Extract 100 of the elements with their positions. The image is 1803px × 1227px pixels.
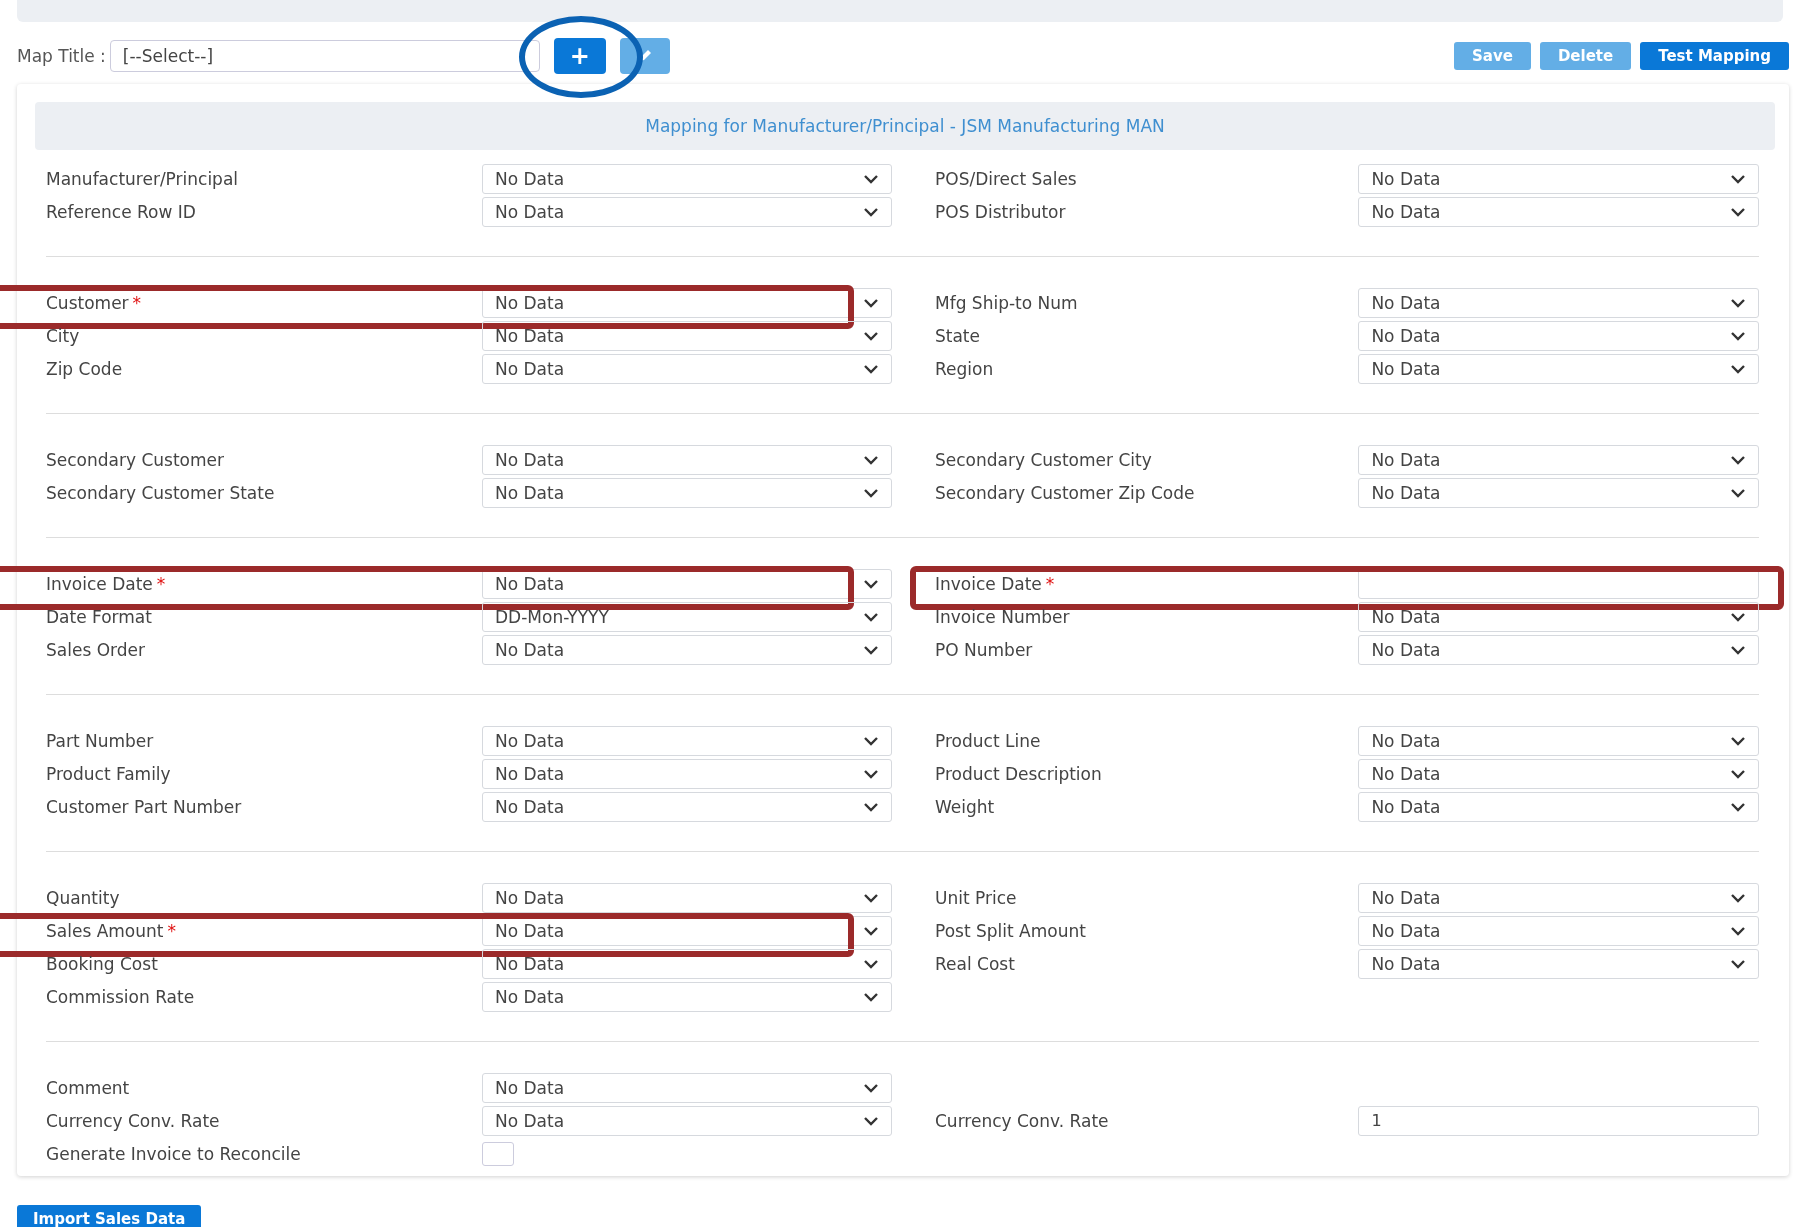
field-label: Invoice Date	[935, 573, 1042, 594]
dropdown[interactable]: No Data	[482, 1072, 892, 1103]
chevron-down-icon	[1730, 173, 1746, 184]
dropdown[interactable]: No Data	[482, 915, 892, 946]
chevron-down-icon	[1730, 297, 1746, 308]
field-label: City	[46, 325, 80, 346]
field-label: Secondary Customer State	[46, 482, 275, 503]
dropdown[interactable]: No Data	[482, 320, 892, 351]
dropdown[interactable]: No Data	[1358, 634, 1759, 665]
dropdown[interactable]: No Data	[1358, 758, 1759, 789]
dropdown[interactable]: No Data	[482, 882, 892, 913]
chevron-down-icon	[863, 644, 879, 655]
dropdown[interactable]: No Data	[1358, 287, 1759, 318]
dropdown[interactable]: No Data	[1358, 320, 1759, 351]
import-button[interactable]: Import Sales Data	[17, 1205, 202, 1227]
chevron-down-icon	[863, 611, 879, 622]
dropdown[interactable]: No Data	[1358, 163, 1759, 194]
dropdown[interactable]: No Data	[482, 791, 892, 822]
text-field[interactable]: 1	[1358, 1105, 1759, 1136]
field-label: Invoice Number	[935, 606, 1070, 627]
field-label: Customer Part Number	[46, 796, 242, 817]
dropdown[interactable]: No Data	[482, 725, 892, 756]
dropdown[interactable]: No Data	[1358, 882, 1759, 913]
chevron-down-icon	[1730, 330, 1746, 341]
dropdown[interactable]: No Data	[1358, 725, 1759, 756]
required-mark: *	[167, 920, 176, 941]
chevron-down-icon	[863, 1082, 879, 1093]
field-label: Product Description	[935, 763, 1102, 784]
add-button[interactable]: +	[553, 38, 606, 74]
chevron-down-icon	[1730, 206, 1746, 217]
chevron-down-icon	[863, 925, 879, 936]
chevron-down-icon	[1730, 958, 1746, 969]
chevron-down-icon	[1730, 925, 1746, 936]
chevron-down-icon	[863, 173, 879, 184]
dropdown[interactable]: No Data	[482, 477, 892, 508]
field-label: Post Split Amount	[935, 920, 1086, 941]
dropdown[interactable]: No Data	[1358, 948, 1759, 979]
field-label: Sales Order	[46, 639, 145, 660]
chevron-down-icon	[1730, 768, 1746, 779]
field-label: Manufacturer/Principal	[46, 168, 239, 189]
chevron-down-icon	[1730, 801, 1746, 812]
chevron-down-icon	[863, 578, 879, 589]
field-label: Currency Conv. Rate	[935, 1110, 1109, 1131]
chevron-down-icon	[1730, 487, 1746, 498]
dropdown[interactable]: DD-Mon-YYYY	[482, 601, 892, 632]
chevron-down-icon	[863, 892, 879, 903]
field-label: Weight	[935, 796, 995, 817]
chevron-down-icon	[1730, 644, 1746, 655]
field-label: Secondary Customer City	[935, 449, 1152, 470]
field-label: PO Number	[935, 639, 1033, 660]
dropdown[interactable]: No Data	[1358, 353, 1759, 384]
chevron-down-icon	[1730, 454, 1746, 465]
field-label: Comment	[46, 1077, 130, 1098]
field-label: Sales Amount	[46, 920, 164, 941]
dropdown[interactable]: No Data	[482, 196, 892, 227]
field-label: Customer	[46, 292, 129, 313]
dropdown[interactable]: No Data	[482, 444, 892, 475]
dropdown[interactable]: No Data	[482, 634, 892, 665]
field-label: Commission Rate	[46, 986, 195, 1007]
field-label: Secondary Customer Zip Code	[935, 482, 1195, 503]
dropdown[interactable]: No Data	[482, 287, 892, 318]
map-title-select[interactable]: [--Select--]	[109, 40, 540, 72]
field-label: POS Distributor	[935, 201, 1066, 222]
chevron-down-icon	[863, 958, 879, 969]
dropdown[interactable]: No Data	[482, 568, 892, 599]
field-label: Quantity	[46, 887, 120, 908]
dropdown[interactable]: No Data	[1358, 601, 1759, 632]
dropdown[interactable]: No Data	[482, 758, 892, 789]
field-label: Invoice Date	[46, 573, 153, 594]
field-label: Secondary Customer	[46, 449, 224, 470]
dropdown[interactable]: No Data	[1358, 196, 1759, 227]
field-label: Real Cost	[935, 953, 1015, 974]
checkbox[interactable]	[482, 1141, 514, 1166]
dropdown[interactable]: No Data	[482, 163, 892, 194]
chevron-down-icon	[863, 454, 879, 465]
chevron-down-icon	[863, 363, 879, 374]
dropdown[interactable]: No Data	[482, 353, 892, 384]
field-label: Reference Row ID	[46, 201, 196, 222]
field-label: State	[935, 325, 980, 346]
map-title-label: Map Title :	[17, 46, 106, 66]
field-label: Mfg Ship-to Num	[935, 292, 1078, 313]
chevron-down-icon	[863, 330, 879, 341]
chevron-down-icon	[863, 297, 879, 308]
chevron-down-icon	[863, 735, 879, 746]
chevron-down-icon	[863, 768, 879, 779]
dropdown[interactable]: No Data	[1358, 915, 1759, 946]
action-button[interactable]: Test Mapping	[1640, 42, 1789, 70]
chevron-down-icon	[863, 1115, 879, 1126]
dropdown[interactable]: No Data	[1358, 477, 1759, 508]
dropdown[interactable]: No Data	[1358, 444, 1759, 475]
chevron-down-icon	[863, 801, 879, 812]
dropdown[interactable]: No Data	[482, 1105, 892, 1136]
field-label: Region	[935, 358, 994, 379]
field-label: Product Family	[46, 763, 171, 784]
chevron-down-icon	[863, 206, 879, 217]
field-label: Product Line	[935, 730, 1041, 751]
dropdown[interactable]: No Data	[482, 981, 892, 1012]
dropdown[interactable]: No Data	[482, 948, 892, 979]
chevron-down-icon	[1730, 611, 1746, 622]
dropdown[interactable]: No Data	[1358, 791, 1759, 822]
